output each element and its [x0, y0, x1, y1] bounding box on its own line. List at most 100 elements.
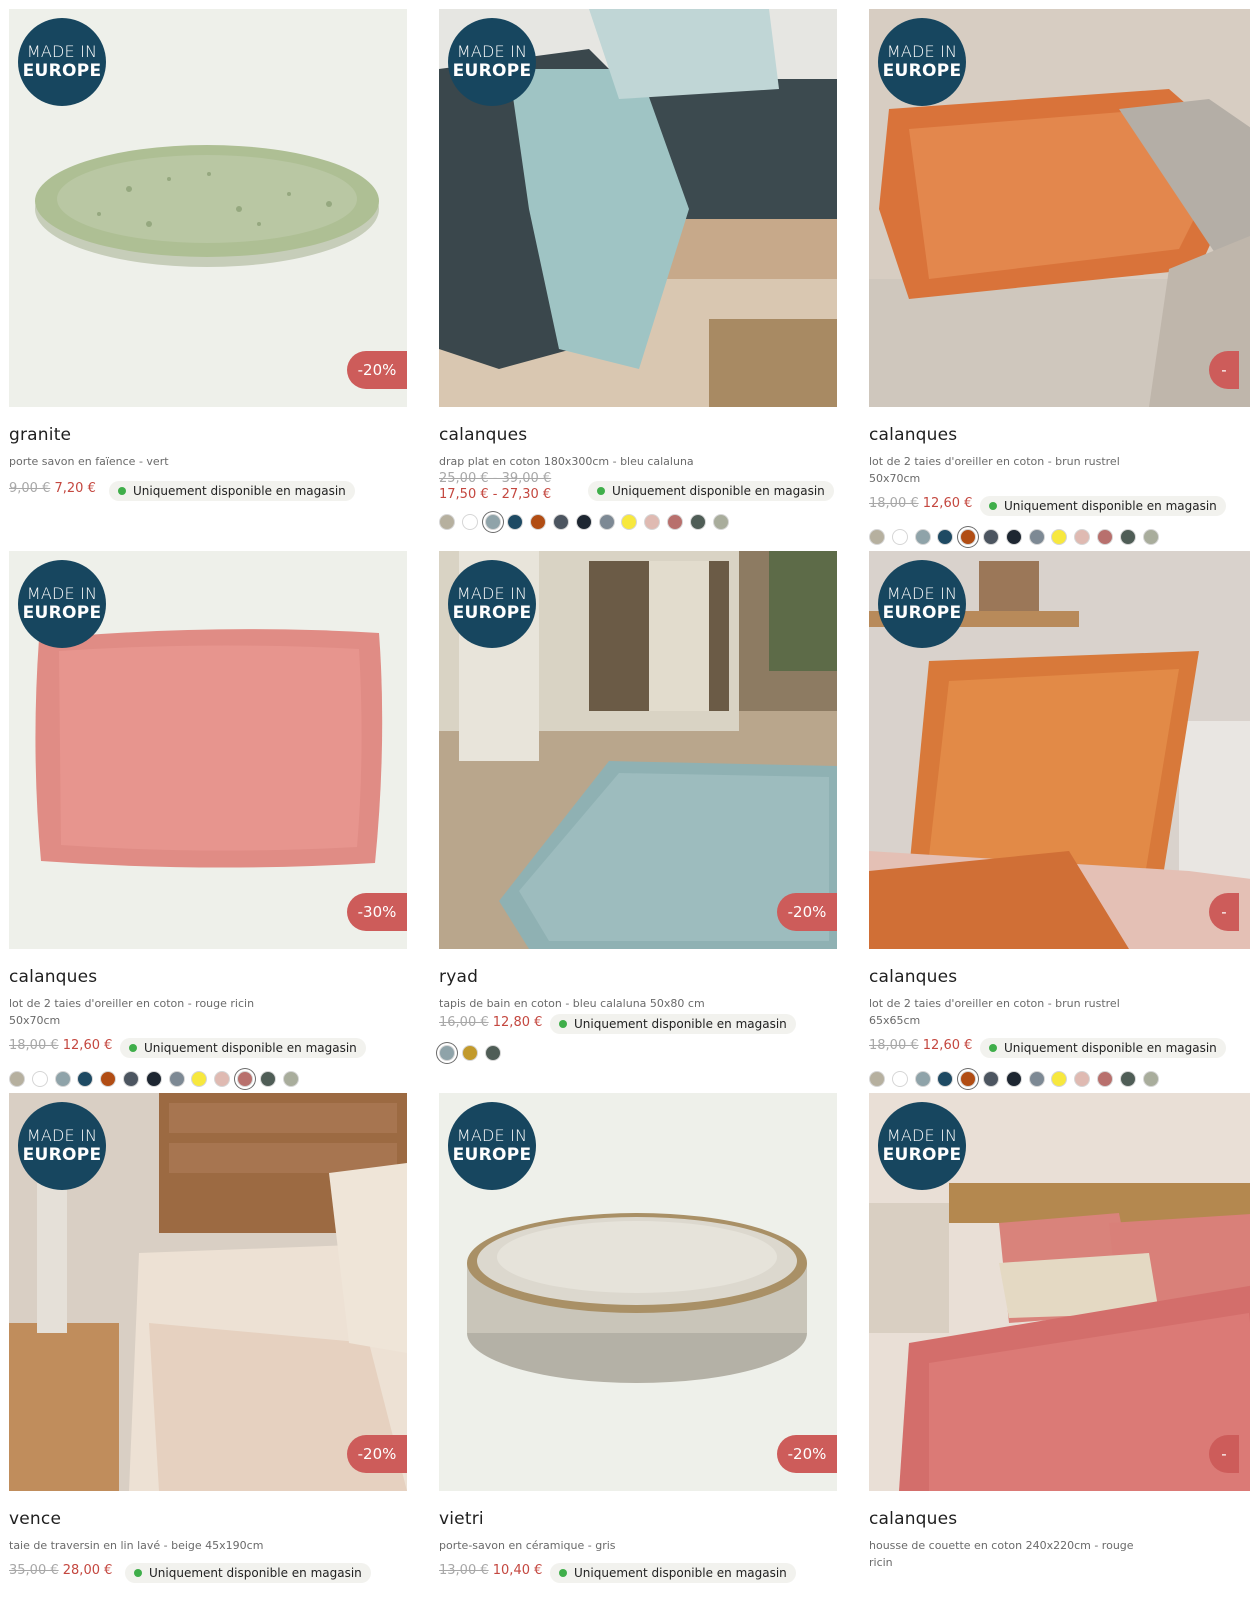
color-swatch[interactable] — [982, 528, 999, 545]
color-swatch[interactable] — [145, 1070, 162, 1087]
color-swatch[interactable] — [869, 528, 885, 545]
color-swatch[interactable] — [575, 513, 592, 530]
color-swatch[interactable] — [1142, 1070, 1159, 1087]
color-swatch[interactable] — [869, 1070, 885, 1087]
color-swatch[interactable] — [484, 1044, 501, 1061]
color-swatch[interactable] — [54, 1070, 71, 1087]
product-name[interactable]: calanques — [9, 967, 97, 987]
product-image[interactable]: MADE IN EUROPE -30% — [9, 551, 407, 949]
product-image[interactable]: MADE IN EUROPE -20% — [439, 1093, 837, 1491]
product-card[interactable]: MADE IN EUROPE calanques drap plat en cot… — [439, 9, 837, 530]
color-swatch[interactable] — [100, 1070, 117, 1087]
color-swatch[interactable] — [1119, 1070, 1136, 1087]
color-swatch[interactable] — [77, 1070, 94, 1087]
color-swatch[interactable] — [914, 1070, 931, 1087]
color-swatch[interactable] — [1074, 528, 1091, 545]
color-swatch[interactable] — [282, 1070, 299, 1087]
color-swatch[interactable] — [122, 1070, 139, 1087]
color-swatch[interactable] — [712, 513, 729, 530]
old-price: 18,00 € — [869, 496, 919, 511]
product-image[interactable]: MADE IN EUROPE — [439, 9, 837, 407]
color-swatch[interactable] — [1096, 1070, 1113, 1087]
color-swatch[interactable] — [666, 513, 683, 530]
product-image[interactable]: MADE IN EUROPE -20% — [439, 551, 837, 949]
product-image[interactable]: MADE IN EUROPE -20% — [9, 9, 407, 407]
color-swatch[interactable] — [168, 1070, 185, 1087]
product-name[interactable]: calanques — [439, 425, 527, 445]
product-name[interactable]: ryad — [439, 967, 478, 987]
color-swatch[interactable] — [214, 1070, 231, 1087]
color-swatch[interactable] — [937, 1070, 954, 1087]
price: 18,00 € 12,60 € — [869, 496, 972, 516]
color-swatch[interactable] — [644, 513, 661, 530]
color-swatch[interactable] — [1005, 1070, 1022, 1087]
color-swatch[interactable] — [1074, 1070, 1091, 1087]
color-swatch[interactable] — [507, 513, 524, 530]
made-in-europe-badge: MADE IN EUROPE — [18, 18, 106, 106]
made-in-europe-badge: MADE IN EUROPE — [448, 18, 536, 106]
product-card[interactable]: MADE IN EUROPE -20% ryad tapis de bain en… — [439, 551, 837, 1061]
color-swatch[interactable] — [439, 513, 455, 530]
product-description: drap plat en coton 180x300cm - bleu cala… — [439, 455, 694, 468]
color-swatch[interactable] — [31, 1070, 48, 1087]
color-swatch[interactable] — [937, 528, 954, 545]
color-swatch[interactable] — [1119, 528, 1136, 545]
product-card[interactable]: MADE IN EUROPE - calanques lot de 2 taies… — [869, 9, 1250, 545]
product-description: porte-savon en céramique - gris — [439, 1539, 616, 1552]
color-swatches — [869, 1068, 1165, 1088]
discount-badge: -20% — [777, 893, 837, 931]
color-swatch[interactable] — [689, 513, 706, 530]
color-swatch[interactable] — [1028, 528, 1045, 545]
color-swatch[interactable] — [236, 1070, 253, 1087]
color-swatch[interactable] — [960, 1070, 977, 1087]
product-card[interactable]: MADE IN EUROPE - calanques housse de coue… — [869, 1093, 1250, 1569]
color-swatch[interactable] — [439, 1044, 455, 1061]
product-card[interactable]: MADE IN EUROPE -20% vietri porte-savon en… — [439, 1093, 837, 1583]
product-card[interactable]: MADE IN EUROPE - calanques lot de 2 taies… — [869, 551, 1250, 1087]
product-name[interactable]: calanques — [869, 425, 957, 445]
color-swatch[interactable] — [1005, 528, 1022, 545]
color-swatch[interactable] — [484, 513, 501, 530]
color-swatch[interactable] — [1028, 1070, 1045, 1087]
sale-price: 17,50 € - 27,30 € — [439, 487, 552, 502]
product-card[interactable]: MADE IN EUROPE -20% vence taie de travers… — [9, 1093, 407, 1583]
color-swatch[interactable] — [1051, 528, 1068, 545]
product-card[interactable]: MADE IN EUROPE -30% calanques lot de 2 ta… — [9, 551, 407, 1087]
color-swatch[interactable] — [461, 513, 478, 530]
availability-pill: Uniquement disponible en magasin — [550, 1563, 796, 1583]
color-swatch[interactable] — [891, 1070, 908, 1087]
sale-price: 12,80 € — [492, 1015, 543, 1030]
product-image[interactable]: MADE IN EUROPE - — [869, 9, 1250, 407]
color-swatch[interactable] — [982, 1070, 999, 1087]
color-swatch[interactable] — [1051, 1070, 1068, 1087]
price: 35,00 € 28,00 € — [9, 1563, 112, 1583]
product-name[interactable]: vence — [9, 1509, 61, 1529]
color-swatch[interactable] — [960, 528, 977, 545]
color-swatch[interactable] — [1096, 528, 1113, 545]
description-line: lot de 2 taies d'oreiller en coton - bru… — [869, 997, 1120, 1010]
color-swatch[interactable] — [530, 513, 547, 530]
product-name[interactable]: calanques — [869, 967, 957, 987]
price: 25,00 € - 39,00 € 17,50 € - 27,30 € — [439, 471, 551, 503]
color-swatch[interactable] — [1142, 528, 1159, 545]
product-name[interactable]: granite — [9, 425, 71, 445]
color-swatch[interactable] — [259, 1070, 276, 1087]
product-image[interactable]: MADE IN EUROPE - — [869, 551, 1250, 949]
color-swatch[interactable] — [891, 528, 908, 545]
product-name[interactable]: calanques — [869, 1509, 957, 1529]
color-swatch[interactable] — [598, 513, 615, 530]
product-image[interactable]: MADE IN EUROPE - — [869, 1093, 1250, 1491]
price: 18,00 € 12,60 € — [869, 1038, 972, 1058]
color-swatch[interactable] — [914, 528, 931, 545]
color-swatch[interactable] — [621, 513, 638, 530]
product-name[interactable]: vietri — [439, 1509, 484, 1529]
discount-badge: -30% — [347, 893, 407, 931]
product-image[interactable]: MADE IN EUROPE -20% — [9, 1093, 407, 1491]
color-swatch[interactable] — [191, 1070, 208, 1087]
description-size: 50x70cm — [9, 1014, 61, 1027]
color-swatch[interactable] — [9, 1070, 25, 1087]
color-swatch[interactable] — [461, 1044, 478, 1061]
product-card[interactable]: MADE IN EUROPE -20% granite porte savon e… — [9, 9, 407, 501]
color-swatch[interactable] — [552, 513, 569, 530]
old-price: 9,00 € — [9, 481, 51, 496]
